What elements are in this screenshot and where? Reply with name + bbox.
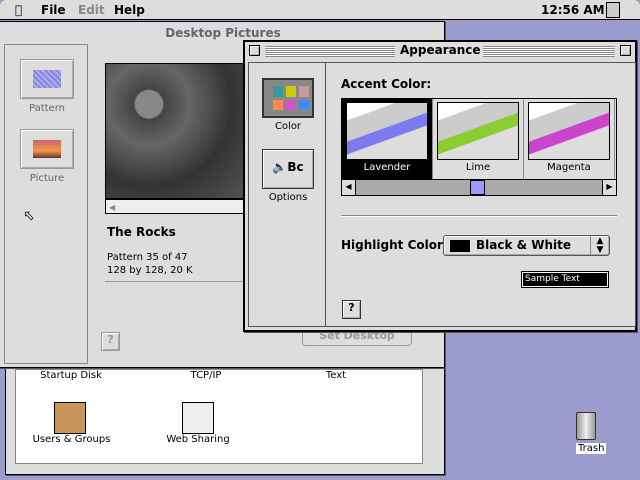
pattern-icon — [33, 70, 61, 88]
divider — [105, 281, 250, 282]
trash-label[interactable]: Trash — [576, 443, 607, 454]
pattern-count: Pattern 35 of 47 — [107, 252, 188, 263]
accent-swatch-magenta[interactable]: Magenta — [524, 99, 615, 179]
popup-arrows-icon: ▲ ▼ — [590, 236, 609, 255]
accent-name: Magenta — [547, 162, 591, 173]
options-tab[interactable]: 🔈Bc — [262, 149, 314, 189]
clock[interactable]: 12:56 AM — [541, 3, 605, 17]
menu-help[interactable]: Help — [114, 3, 145, 17]
application-menu-icon[interactable] — [606, 2, 620, 18]
file-list: Startup Disk TCP/IP Text Users & Groups … — [15, 369, 423, 464]
accent-color-list[interactable]: Lavender Lime Magenta ◀ ▶ — [341, 98, 617, 196]
accent-preview — [346, 102, 428, 160]
apple-menu-icon[interactable]:  — [15, 3, 22, 17]
scroll-left-arrow[interactable]: ◀ — [342, 180, 356, 195]
window-title: Desktop Pictures — [165, 26, 281, 40]
menu-edit[interactable]: Edit — [78, 3, 105, 17]
sidebar: Color 🔈Bc Options — [248, 62, 326, 327]
accent-scrollbar[interactable]: ◀ ▶ — [342, 179, 616, 195]
item-users-groups[interactable]: Users & Groups — [24, 434, 119, 445]
picture-icon — [33, 140, 61, 158]
sample-text: Sample Text — [521, 271, 609, 288]
color-label: Color — [274, 121, 302, 132]
users-groups-icon[interactable] — [54, 402, 86, 434]
title-stripes — [483, 46, 615, 57]
scroll-right-arrow[interactable]: ▶ — [602, 180, 616, 195]
accent-preview — [437, 102, 519, 160]
pattern-size: 128 by 128, 20 K — [107, 265, 193, 276]
web-sharing-icon[interactable] — [182, 402, 214, 434]
sidebar: Pattern Picture — [4, 44, 88, 364]
highlight-swatch — [450, 240, 470, 252]
accent-name: Lime — [465, 162, 491, 173]
help-button[interactable]: ? — [342, 300, 361, 319]
trash-icon[interactable] — [576, 412, 596, 440]
item-startup-disk[interactable]: Startup Disk — [26, 370, 116, 381]
options-label: Options — [268, 192, 308, 203]
color-tab[interactable] — [262, 78, 314, 118]
scroll-thumb[interactable] — [470, 180, 485, 195]
picture-label: Picture — [29, 173, 65, 184]
item-tcpip[interactable]: TCP/IP — [161, 370, 251, 381]
preview-scrollbar[interactable]: ◀ — [105, 199, 250, 214]
accent-swatch-lime[interactable]: Lime — [433, 99, 524, 179]
accent-color-label: Accent Color: — [341, 77, 432, 91]
highlight-value: Black & White — [476, 238, 572, 252]
item-text[interactable]: Text — [291, 370, 381, 381]
divider — [341, 215, 617, 217]
title-stripes — [265, 46, 395, 57]
close-box[interactable] — [249, 45, 260, 56]
options-icon: 🔈Bc — [272, 160, 304, 174]
picture-tab[interactable] — [20, 129, 74, 169]
title-bar[interactable]: Appearance — [245, 42, 635, 60]
collapse-box[interactable] — [620, 45, 631, 56]
window-title: Appearance — [400, 43, 481, 57]
pattern-preview — [105, 63, 250, 199]
accent-name: Lavender — [363, 162, 411, 173]
appearance-window: Appearance Color 🔈Bc Options Accent Colo… — [243, 40, 637, 332]
item-web-sharing[interactable]: Web Sharing — [153, 434, 243, 445]
mouse-cursor-icon: ⬁ — [23, 208, 35, 224]
help-button[interactable]: ? — [101, 332, 120, 351]
accent-preview — [528, 102, 610, 160]
highlight-color-label: Highlight Color: — [341, 238, 448, 252]
pattern-tab[interactable] — [20, 59, 74, 99]
accent-swatch-lavender[interactable]: Lavender — [342, 99, 433, 179]
pattern-name: The Rocks — [107, 225, 176, 239]
pattern-label: Pattern — [29, 103, 65, 114]
menu-file[interactable]: File — [41, 3, 66, 17]
menu-bar:  File Edit Help 12:56 AM — [0, 0, 640, 20]
content-pane: Accent Color: Lavender Lime Magenta ◀ ▶ Hi… — [326, 62, 636, 327]
highlight-color-popup[interactable]: Black & White ▲ ▼ — [443, 235, 610, 256]
